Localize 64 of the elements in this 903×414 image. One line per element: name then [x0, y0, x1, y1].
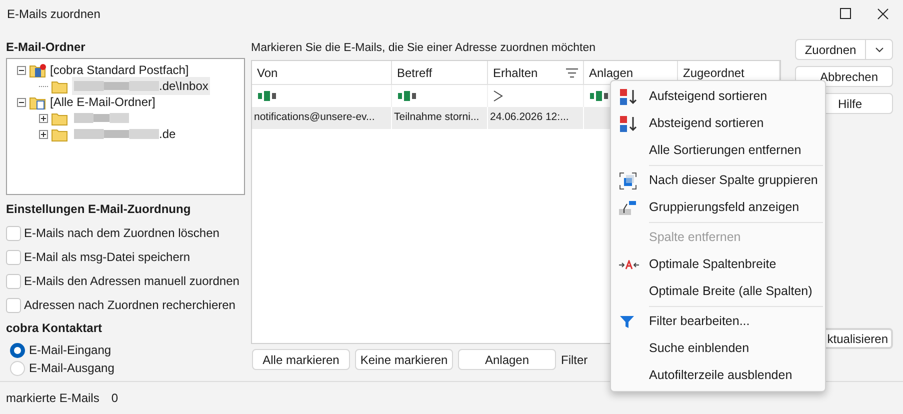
filter-icon: [619, 314, 635, 330]
sort-ascending-icon: [619, 88, 639, 106]
table-action-button[interactable]: Keine markieren: [355, 349, 453, 370]
radio-button[interactable]: [10, 342, 25, 358]
text-filter-icon: [589, 91, 609, 102]
best-fit-icon: [619, 260, 639, 270]
checkbox[interactable]: [6, 226, 21, 240]
menu-item[interactable]: Autofilterzeile ausblenden: [611, 362, 825, 389]
column-header[interactable]: Betreff: [392, 61, 488, 84]
section-heading: cobra Kontaktart: [6, 320, 104, 337]
collapse-icon[interactable]: [17, 98, 26, 106]
table-caption: Markieren Sie die E-Mails, die Sie einer Adresse zuordnen möchten: [251, 41, 597, 56]
expand-icon[interactable]: [39, 114, 48, 122]
column-header[interactable]: Erhalten: [488, 61, 584, 84]
mailbox-folder-icon: [29, 62, 47, 78]
folder-label: [cobra Standard Postfach]: [50, 62, 189, 79]
checkbox[interactable]: [6, 250, 21, 264]
menu-item[interactable]: Gruppierungsfeld anzeigen: [611, 194, 825, 221]
greater-than-icon: [493, 90, 503, 102]
filter-label: Filter: [561, 352, 588, 369]
column-header[interactable]: Von: [252, 61, 392, 84]
assign-button[interactable]: Zuordnen: [795, 39, 865, 60]
collapse-icon[interactable]: [17, 66, 26, 74]
text-filter-icon: [257, 91, 277, 102]
sort-descending-icon: [619, 114, 639, 132]
expand-icon[interactable]: [39, 130, 48, 138]
status-count: 0: [111, 390, 118, 407]
text-filter-icon: [397, 91, 417, 102]
checkbox-label: E-Mail als msg-Datei speichern: [24, 249, 190, 266]
checkbox-label: Adressen nach Zuordnen recherchieren: [24, 297, 236, 314]
folder-document-icon: [29, 94, 47, 110]
table-cell-text: 24.06.2026 12:...: [490, 110, 569, 126]
menu-item[interactable]: Nach dieser Spalte gruppieren: [611, 167, 825, 194]
close-icon[interactable]: [877, 8, 889, 20]
checkbox[interactable]: [6, 274, 21, 288]
window-title: E-Mails zuordnen: [7, 6, 100, 22]
group-column-icon: [619, 172, 637, 190]
menu-item[interactable]: Optimale Spaltenbreite: [611, 251, 825, 278]
checkbox-label: E-Mails den Adressen manuell zuordnen: [24, 273, 240, 290]
table-action-button[interactable]: Anlagen: [458, 349, 556, 370]
folder-icon: [51, 110, 69, 126]
group-panel-icon: [619, 200, 637, 216]
folder-icon: [51, 78, 69, 94]
folder-label: [Alle E-Mail-Ordner]: [50, 94, 156, 111]
section-heading: Einstellungen E-Mail-Zuordnung: [6, 201, 192, 218]
folder-item[interactable]: .de: [72, 125, 178, 143]
radio-label: E-Mail-Ausgang: [29, 360, 114, 377]
section-heading: E-Mail-Ordner: [6, 39, 86, 56]
status-label: markierte E-Mails: [6, 390, 100, 407]
chevron-down-icon: [874, 46, 884, 52]
table-action-button[interactable]: Alle markieren: [252, 349, 350, 370]
radio-label: E-Mail-Eingang: [29, 342, 112, 359]
table-cell-text: Teilnahme storni...: [394, 110, 480, 126]
cancel-button[interactable]: Abbrechen: [795, 66, 893, 87]
table-cell-text: notifications@unsere-ev...: [254, 110, 375, 126]
filter-lines-icon: [566, 68, 578, 78]
maximize-icon[interactable]: [840, 8, 851, 19]
menu-item[interactable]: Alle Sortierungen entfernen: [611, 137, 825, 164]
checkbox-label: E-Mails nach dem Zuordnen löschen: [24, 225, 220, 242]
folder-icon: [51, 126, 69, 142]
blurred-text-drawing: [74, 112, 129, 124]
checkbox[interactable]: [6, 298, 21, 312]
folder-item[interactable]: .de\Inbox: [72, 77, 210, 95]
menu-item[interactable]: Optimale Breite (alle Spalten): [611, 278, 825, 305]
